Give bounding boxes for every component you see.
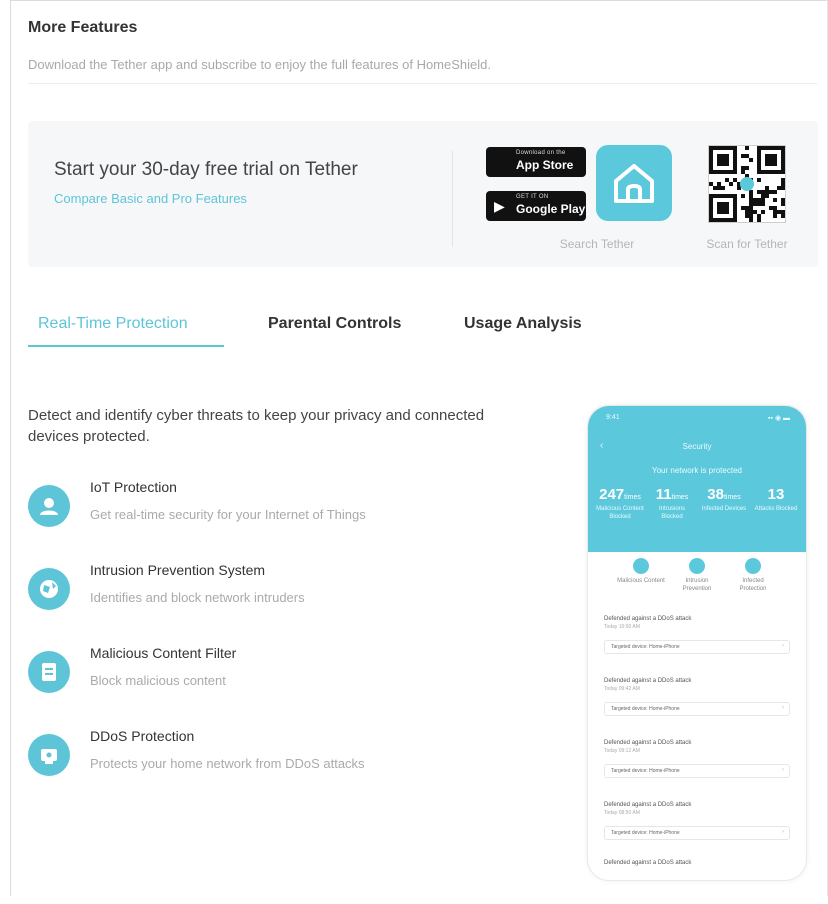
stat-intrusions: 11times Intrusions Blocked [648,486,696,521]
phone-subtitle: Your network is protected [652,466,742,475]
active-tab-indicator [28,345,224,347]
list-item-value: Targeted device: Home-iPhone › [604,640,790,654]
feature-description: Identifies and block network intruders [90,590,305,605]
feature-item-intrusion-prevention: Intrusion Prevention System Identifies a… [28,562,528,622]
house-icon [614,164,654,203]
list-item: Defended against a DDoS attack Today 09:… [604,740,790,790]
stat-infected-devices: 38times Infected Devices [700,486,748,513]
feature-title: DDoS Protection [90,728,195,744]
feature-description: Block malicious content [90,673,226,688]
page-subtitle: Download the Tether app and subscribe to… [28,57,491,72]
list-item-value: Targeted device: Home-iPhone › [604,764,790,778]
list-item: Defended against a DDoS attack Today 08:… [604,802,790,852]
list-item-title: Defended against a DDoS attack [604,860,692,866]
chevron-down-icon: › [782,767,784,773]
circle-icon [745,558,761,574]
list-item-value: Targeted device: Home-iPhone › [604,702,790,716]
stat-number: 38 [707,486,724,503]
stat-number: 13 [767,486,785,503]
circle-icon [633,558,649,574]
qr-code-icon [709,146,785,222]
list-item-title: Defended against a DDoS attack [604,678,692,684]
chevron-down-icon: › [782,705,784,711]
stat-unit: times [671,494,689,501]
list-item-text: Targeted device: Home-iPhone [611,706,680,712]
stat-label: Infected Devices [701,506,747,512]
app-store-label: App Store [516,158,574,172]
play-icon: ▶ [494,198,505,214]
circle-icon [689,558,705,574]
stat-unit: times [723,494,741,501]
feature-item-ddos-protection: DDoS Protection Protects your home netwo… [28,728,528,788]
trial-banner: Start your 30-day free trial on Tether C… [28,121,818,267]
phone-icon-malicious-content: Malicious Content [616,558,666,585]
phone-icon-label: Malicious Content [617,578,665,584]
list-item-title: Defended against a DDoS attack [604,740,692,746]
stat-label: Intrusions Blocked [658,506,685,520]
phone-icon-label: Intrusion Prevention [682,578,712,592]
list-item: Defended against a DDoS attack Today 09:… [604,678,790,728]
stat-unit: times [624,494,641,501]
tab-parental-controls[interactable]: Parental Controls [268,315,401,333]
phone-header: 9:41 ▪▪ ◉ ▬ ‹ Security Your network is p… [588,406,806,552]
tab-usage-analysis[interactable]: Usage Analysis [464,315,582,333]
google-play-label: Google Play [516,202,586,216]
protection-description: Detect and identify cyber threats to kee… [28,407,485,445]
list-item-text: Targeted device: Home-iPhone [611,768,680,774]
globe-icon [28,568,70,610]
tether-app-icon[interactable] [596,145,672,221]
list-item-title: Defended against a DDoS attack [604,616,692,622]
list-item: Defended against a DDoS attack [604,860,790,880]
list-item-time: Today 09:42 AM [604,686,640,692]
phone-icon-infected-protection: Infected Protection [728,558,778,593]
feature-description: Get real-time security for your Internet… [90,507,366,522]
chevron-down-icon: › [782,643,784,649]
stat-number: 11 [655,486,672,503]
stat-label: Malicious Content Blocked [596,506,644,520]
list-item: Defended against a DDoS attack Today 10:… [604,616,790,666]
list-item-value: Targeted device: Home-iPhone › [604,826,790,840]
stat-attacks: 13 Attacks Blocked [752,486,800,513]
list-item-time: Today 09:12 AM [604,748,640,754]
phone-status-time: 9:41 [606,414,620,421]
phone-icon-label: Infected Protection [739,578,767,592]
phone-mockup: 9:41 ▪▪ ◉ ▬ ‹ Security Your network is p… [587,405,807,881]
stat-number: 247 [599,486,625,503]
list-item-text: Targeted device: Home-iPhone [611,644,680,650]
feature-title: Malicious Content Filter [90,645,237,661]
trial-title: Start your 30-day free trial on Tether [54,159,358,180]
google-play-small-label: GET IT ON [516,194,549,200]
search-tether-label: Search Tether [559,237,635,251]
phone-title: Security [682,442,712,451]
google-play-button[interactable]: ▶ GET IT ON Google Play [486,191,586,221]
chevron-down-icon: › [782,829,784,835]
filter-icon [28,651,70,693]
list-item-title: Defended against a DDoS attack [604,802,692,808]
phone-status-icons: ▪▪ ◉ ▬ [768,415,790,422]
phone-icon-intrusion-prevention: Intrusion Prevention [672,558,722,593]
feature-title: IoT Protection [90,479,177,495]
divider [28,83,817,84]
app-store-button[interactable]: Download on the App Store [486,147,586,177]
feature-item-iot: IoT Protection Get real-time security fo… [28,479,528,539]
list-item-time: Today 10:00 AM [604,624,640,630]
list-item-text: Targeted device: Home-iPhone [611,830,680,836]
feature-title: Intrusion Prevention System [90,562,266,578]
app-store-small-label: Download on the [516,150,566,156]
feature-description: Protects your home network from DDoS att… [90,756,365,771]
tab-real-time-protection[interactable]: Real-Time Protection [38,315,188,333]
divider [452,151,453,247]
compare-features-link[interactable]: Compare Basic and Pro Features [54,191,247,206]
more-features-panel: More Features Download the Tether app an… [10,0,828,896]
iot-icon [28,485,70,527]
stat-malicious-content: 247times Malicious Content Blocked [596,486,644,521]
scan-tether-label: Scan for Tether [706,237,788,251]
stat-label: Attacks Blocked [754,506,798,512]
list-item-time: Today 08:50 AM [604,810,640,816]
qr-code [708,145,786,223]
page-title: More Features [28,19,138,36]
feature-item-malicious-content-filter: Malicious Content Filter Block malicious… [28,645,528,705]
shield-icon [28,734,70,776]
